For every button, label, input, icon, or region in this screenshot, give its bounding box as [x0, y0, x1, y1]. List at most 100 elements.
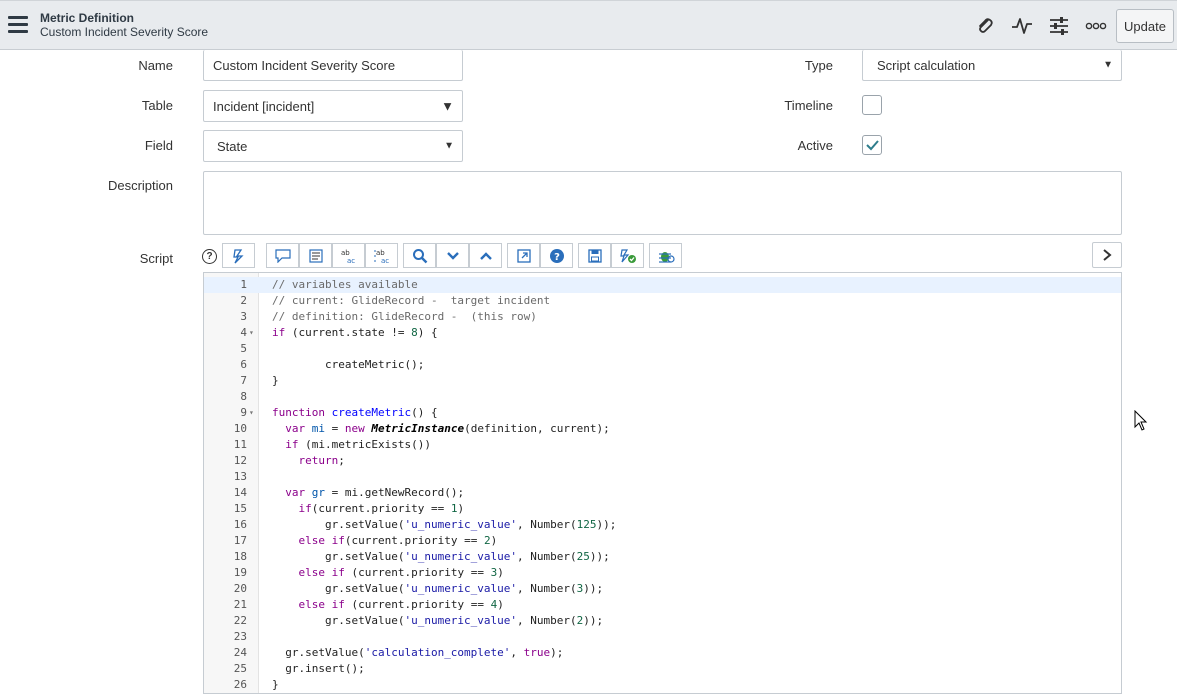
replace-button[interactable]: ab ac — [332, 243, 365, 268]
line-number: 7 — [240, 374, 247, 387]
help-icon[interactable]: ? — [202, 249, 217, 264]
svg-text:ab: ab — [376, 249, 385, 257]
line-number: 11 — [233, 438, 247, 451]
type-label: Type — [804, 58, 833, 73]
code-line[interactable]: 3 // definition: GlideRecord - (this row) — [204, 309, 1121, 325]
toggle-comment-button[interactable] — [266, 243, 299, 268]
code-text: if (current.state != 8) { — [272, 326, 438, 339]
code-line[interactable]: 1 // variables available — [204, 277, 1121, 293]
find-next-button[interactable] — [436, 243, 469, 268]
code-line[interactable]: 26} — [204, 677, 1121, 693]
description-textarea[interactable] — [203, 171, 1122, 235]
line-number: 23 — [233, 630, 247, 643]
code-text: } — [272, 374, 279, 387]
save-icon — [587, 248, 602, 263]
code-line[interactable]: 21 else if (current.priority == 4) — [204, 597, 1121, 613]
paperclip-icon[interactable] — [973, 14, 997, 38]
field-select[interactable]: State ▼ — [203, 130, 463, 162]
fold-toggle-icon[interactable]: ▾ — [249, 325, 254, 341]
code-line[interactable]: 13 — [204, 469, 1121, 485]
mouse-cursor-icon — [1134, 410, 1148, 431]
code-text: gr.setValue('u_numeric_value', Number(12… — [272, 518, 617, 531]
header-title-block: Metric Definition Custom Incident Severi… — [40, 11, 208, 39]
timeline-label: Timeline — [784, 98, 833, 113]
line-number: 15 — [233, 502, 247, 515]
svg-text:?: ? — [554, 252, 560, 263]
debug-button[interactable] — [649, 243, 682, 268]
replace-all-button[interactable]: ab ac — [365, 243, 398, 268]
fold-toggle-icon[interactable]: ▾ — [249, 405, 254, 421]
settings-sliders-icon[interactable] — [1047, 14, 1071, 38]
code-text: return; — [298, 454, 345, 467]
code-line[interactable]: 17 else if(current.priority == 2) — [204, 533, 1121, 549]
expand-toolbar-button[interactable] — [1092, 242, 1122, 268]
open-external-button[interactable] — [507, 243, 540, 268]
line-number: 12 — [233, 454, 247, 467]
script-help-button[interactable]: ? — [540, 243, 573, 268]
code-line[interactable]: 6 createMetric(); — [204, 357, 1121, 373]
code-line[interactable]: 5 — [204, 341, 1121, 357]
code-line[interactable]: 25 gr.insert(); — [204, 661, 1121, 677]
timeline-checkbox[interactable] — [862, 95, 882, 115]
format-icon — [308, 248, 323, 263]
script-label: Script — [139, 251, 173, 266]
line-number: 14 — [233, 486, 247, 499]
line-number: 5 — [240, 342, 247, 355]
code-line[interactable]: 18 gr.setValue('u_numeric_value', Number… — [204, 549, 1121, 565]
chevron-down-icon: ▼ — [444, 140, 454, 152]
script-debugger-button[interactable] — [222, 243, 255, 268]
name-label: Name — [138, 58, 173, 73]
code-line[interactable]: 15 if(current.priority == 1) — [204, 501, 1121, 517]
svg-text:ab: ab — [341, 249, 350, 257]
code-line[interactable]: 16 gr.setValue('u_numeric_value', Number… — [204, 517, 1121, 533]
field-label: Field — [144, 138, 173, 153]
code-line[interactable]: 12 return; — [204, 453, 1121, 469]
code-text: if(current.priority == 1) — [298, 502, 465, 515]
code-line[interactable]: 8 — [204, 389, 1121, 405]
menu-icon[interactable] — [8, 16, 28, 34]
code-text: if (mi.metricExists()) — [285, 438, 431, 451]
name-value: Custom Incident Severity Score — [213, 57, 396, 73]
code-line[interactable]: 24 gr.setValue('calculation_complete', t… — [204, 645, 1121, 661]
field-value: State — [217, 138, 248, 154]
svg-text:ac: ac — [381, 257, 389, 264]
bug-icon — [658, 251, 675, 263]
code-line[interactable]: 14 var gr = mi.getNewRecord(); — [204, 485, 1121, 501]
search-button[interactable] — [403, 243, 436, 268]
table-dropdown-icon[interactable]: ▼ — [441, 99, 454, 114]
activity-icon[interactable] — [1010, 14, 1034, 38]
line-number: 4 — [240, 326, 247, 339]
code-text: gr.setValue('u_numeric_value', Number(3)… — [272, 582, 604, 595]
update-button[interactable]: Update — [1116, 9, 1174, 43]
line-number: 13 — [233, 470, 247, 483]
chevron-right-icon — [1103, 249, 1112, 261]
record-title: Custom Incident Severity Score — [40, 25, 209, 39]
code-text: gr.setValue('u_numeric_value', Number(25… — [272, 550, 610, 563]
script-editor[interactable]: 1 // variables available 2 // current: Glid… — [203, 272, 1122, 694]
syntax-check-button[interactable] — [611, 243, 644, 268]
code-text: } — [272, 678, 279, 691]
table-field[interactable]: Incident [incident] ▼ — [203, 90, 463, 122]
active-checkbox[interactable] — [862, 135, 882, 155]
type-select[interactable]: Script calculation ▼ — [862, 50, 1122, 81]
code-line[interactable]: 2 // current: GlideRecord - target incide… — [204, 293, 1121, 309]
save-button[interactable] — [578, 243, 611, 268]
code-line[interactable]: 20 gr.setValue('u_numeric_value', Number… — [204, 581, 1121, 597]
code-text: // current: GlideRecord - target inciden… — [272, 294, 551, 307]
code-line[interactable]: 11 if (mi.metricExists()) — [204, 437, 1121, 453]
code-line[interactable]: 19 else if (current.priority == 3) — [204, 565, 1121, 581]
comment-icon — [274, 248, 291, 263]
code-line[interactable]: 10 var mi = new MetricInstance(definitio… — [204, 421, 1121, 437]
code-line[interactable]: 9 ▾ function createMetric() { — [204, 405, 1121, 421]
name-field[interactable]: Custom Incident Severity Score — [203, 50, 463, 81]
code-line[interactable]: 23 — [204, 629, 1121, 645]
find-previous-button[interactable] — [469, 243, 502, 268]
format-code-button[interactable] — [299, 243, 332, 268]
chevron-up-icon — [479, 251, 492, 260]
code-line[interactable]: 4 ▾ if (current.state != 8) { — [204, 325, 1121, 341]
more-icon[interactable] — [1084, 14, 1108, 38]
code-line[interactable]: 7} — [204, 373, 1121, 389]
open-external-icon — [516, 248, 531, 263]
line-number: 8 — [240, 390, 247, 403]
code-line[interactable]: 22 gr.setValue('u_numeric_value', Number… — [204, 613, 1121, 629]
